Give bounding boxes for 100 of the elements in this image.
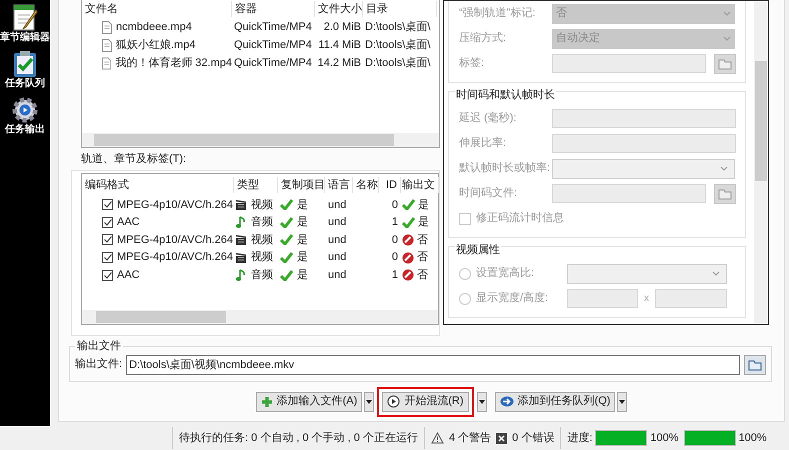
column-header[interactable]: 语言	[325, 176, 353, 194]
plus-icon	[260, 396, 273, 408]
caret-icon	[619, 400, 626, 404]
field-label: 设置宽高比:	[476, 266, 536, 282]
film-clapper-icon	[235, 234, 247, 246]
dropdown[interactable]	[567, 264, 727, 284]
play-icon	[387, 395, 400, 408]
checkbox[interactable]	[102, 252, 113, 264]
text-field[interactable]	[552, 109, 736, 128]
browse-button[interactable]	[744, 354, 766, 374]
text-field[interactable]	[552, 54, 706, 73]
text-field[interactable]	[552, 134, 736, 153]
field-label: “强制轨道”标记:	[459, 6, 536, 22]
table-cell: 0	[392, 198, 398, 211]
table-cell-text: 视频	[251, 198, 273, 213]
dropdown-button[interactable]	[364, 392, 374, 412]
table-cell-text: 我的！体育老师 32.mp4	[115, 56, 232, 71]
table-cell-text: 否	[417, 268, 428, 283]
checkbox[interactable]	[102, 199, 113, 210]
table-cell-text: 是	[297, 232, 308, 248]
checkbox[interactable]	[102, 270, 113, 281]
sidebar-item[interactable]: 任务队列	[5, 78, 45, 90]
notepad-icon[interactable]	[12, 2, 38, 32]
action-button[interactable]: 开始混流(R)	[382, 392, 469, 412]
column-header[interactable]: 输出文	[401, 176, 439, 194]
caret-icon	[712, 271, 720, 276]
folder-icon	[748, 358, 762, 370]
column-header[interactable]: 容器	[232, 0, 315, 18]
radio-button[interactable]	[459, 268, 471, 280]
text-field[interactable]	[655, 289, 727, 308]
column-header[interactable]: 目录	[363, 0, 437, 18]
file-icon	[102, 20, 112, 34]
clipboard-check-icon[interactable]	[12, 50, 38, 78]
caret-icon	[366, 400, 372, 404]
checkmark-icon	[104, 218, 112, 226]
file-icon	[102, 56, 112, 70]
table-cell: QuickTime/MP4	[234, 38, 312, 51]
table-cell: und	[328, 268, 346, 281]
action-button[interactable]: 添加到任务队列(Q)	[494, 392, 616, 412]
table-cell: 14.2 MiB	[318, 56, 361, 69]
table-cell-text: AAC	[117, 268, 140, 283]
column-header[interactable]: 文件名	[82, 0, 232, 18]
column-header[interactable]: ID	[379, 176, 401, 194]
table-cell: 2.0 MiB	[324, 20, 361, 33]
column-header[interactable]: 名称	[353, 176, 379, 194]
radio-button[interactable]	[459, 292, 471, 304]
table-cell: und	[328, 251, 346, 264]
caret-icon	[478, 400, 485, 404]
horizontal-scrollbar[interactable]	[82, 310, 438, 324]
table-cell: und	[328, 198, 346, 211]
sidebar-item[interactable]: 任务输出	[5, 124, 45, 136]
checkbox[interactable]	[102, 216, 113, 228]
text-field[interactable]	[567, 289, 638, 308]
table-cell-text: 视频	[251, 250, 273, 266]
vertical-scrollbar[interactable]	[754, 1, 768, 324]
text-field[interactable]	[552, 184, 706, 203]
file-icon	[102, 38, 112, 52]
field-label: 时间码文件:	[459, 186, 518, 202]
table-cell-text: 是	[297, 215, 308, 230]
table-cell: D:\tools\桌面\	[365, 38, 430, 51]
table-cell-text: 否	[417, 250, 428, 266]
column-header[interactable]: 类型	[234, 176, 278, 194]
warning-icon	[430, 432, 444, 444]
field-label: 伸展比率:	[459, 136, 508, 152]
dropdown-button[interactable]	[476, 392, 487, 412]
group-title: 输出文件	[76, 338, 122, 354]
checkmark-icon	[104, 272, 112, 279]
gear-play-icon[interactable]	[11, 96, 39, 124]
field-label: 标签:	[459, 56, 486, 72]
film-clapper-icon	[235, 252, 247, 264]
progress-label: 进度:	[567, 430, 592, 446]
field-label: 默认帧时长或帧率:	[459, 160, 552, 176]
column-header[interactable]: 文件大小	[315, 0, 363, 18]
table-cell: QuickTime/MP4	[234, 20, 312, 33]
folder-icon	[718, 58, 732, 70]
column-header[interactable]: 复制项目	[278, 176, 325, 194]
dropdown-button[interactable]	[617, 392, 628, 412]
sidebar-item[interactable]: 章节编辑器	[0, 32, 50, 44]
section-label: 轨道、章节及标签(T):	[81, 152, 186, 166]
table-cell: 0	[392, 234, 398, 246]
table-cell: und	[328, 216, 346, 228]
table-cell-text: ncmbdeee.mp4	[116, 20, 192, 35]
caret-icon	[720, 166, 728, 171]
table-cell: D:\tools\桌面\	[365, 56, 430, 69]
table-cell: 11.4 MiB	[318, 38, 361, 51]
dropdown[interactable]	[552, 158, 735, 178]
horizontal-scrollbar[interactable]	[82, 133, 439, 148]
checkbox[interactable]	[102, 234, 113, 246]
action-button[interactable]: 添加输入文件(A)	[256, 392, 362, 412]
column-header[interactable]: 编码格式	[82, 176, 234, 194]
table-cell: QuickTime/MP4	[234, 56, 312, 69]
field-label: 压缩方式:	[459, 30, 508, 46]
checkmark-icon	[104, 236, 112, 244]
table-cell: und	[328, 234, 346, 246]
output-file-field[interactable]: D:\tools\桌面\视频\ncmbdeee.mkv	[126, 354, 740, 374]
table-cell: D:\tools\桌面\	[365, 20, 430, 33]
table-cell-text: 是	[418, 198, 429, 213]
music-note-icon	[235, 216, 247, 229]
warnings-text: 4 个警告	[448, 430, 492, 446]
table-cell: 1	[392, 268, 398, 281]
